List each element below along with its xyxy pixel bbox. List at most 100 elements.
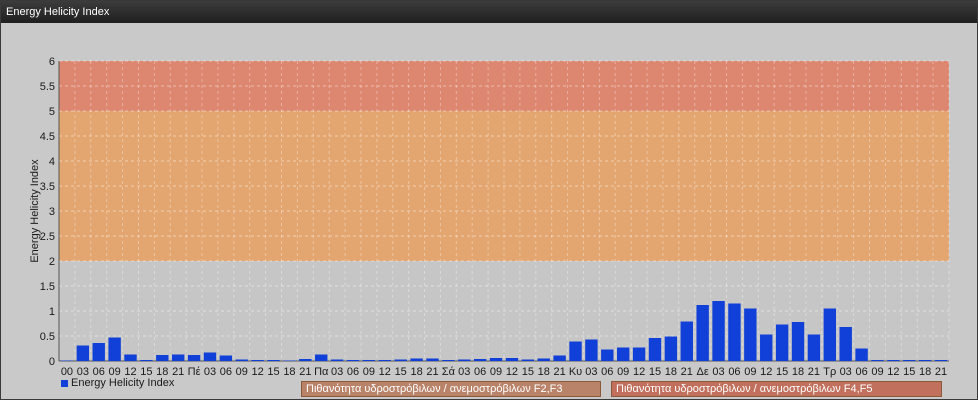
x-tick-label: 03	[458, 366, 470, 378]
bar-06	[92, 343, 105, 361]
x-tick-label: 18	[919, 366, 931, 378]
y-tick-label: 5.5	[40, 81, 55, 93]
bar-18	[791, 322, 805, 361]
x-tick-label: 09	[363, 366, 375, 378]
x-tick-label: 18	[410, 366, 422, 378]
y-tick-label: 5	[49, 106, 55, 118]
x-tick-label: 06	[474, 366, 486, 378]
bar-21	[553, 355, 566, 361]
x-tick-label: Κυ	[569, 366, 582, 378]
x-tick-label: 03	[204, 366, 216, 378]
x-tick-label: 06	[728, 366, 740, 378]
x-tick-label: 03	[712, 366, 724, 378]
x-tick-label: Τρ	[823, 366, 836, 378]
y-tick-label: 3	[49, 206, 55, 218]
x-tick-label: 18	[538, 366, 550, 378]
x-tick-label: Δε	[697, 366, 709, 378]
y-axis-label: Energy Helicity Index	[29, 159, 41, 263]
y-tick-label: 0	[49, 356, 55, 368]
y-tick-label: 2.5	[40, 231, 55, 243]
bar-12	[887, 360, 900, 361]
x-tick-label: 06	[601, 366, 613, 378]
bar-09	[489, 358, 503, 361]
bar-21	[680, 321, 693, 361]
x-tick-label: 15	[649, 366, 661, 378]
bar-15	[394, 359, 407, 361]
window-title: Energy Helicity Index	[1, 1, 977, 23]
bar-15	[267, 360, 280, 361]
bar-06	[219, 355, 233, 361]
x-tick-label: 03	[840, 366, 852, 378]
band-label-f2-f3: Πιθανότητα υδροστρόβιλων / ανεμοστρόβιλω…	[301, 381, 601, 397]
bar-21	[426, 358, 439, 361]
bar-03	[839, 327, 852, 361]
x-tick-label: 21	[935, 366, 947, 378]
y-tick-label: 3.5	[40, 181, 55, 193]
bar-06	[855, 348, 868, 361]
x-tick-label: Πα	[314, 366, 329, 378]
x-tick-label: 18	[283, 366, 295, 378]
chart-window: Energy Helicity Index 0 0.5 1 1.5 2 2.5 3 3.5 4 4…	[0, 0, 978, 400]
bar-18	[283, 360, 296, 361]
bar-12	[251, 360, 264, 361]
bar-21	[299, 359, 312, 361]
bar-03	[203, 352, 217, 361]
bar-Δε	[696, 305, 709, 361]
y-tick-label: 4	[49, 156, 55, 168]
bar-09	[235, 359, 248, 361]
bar-18	[410, 358, 423, 361]
bar-18	[537, 358, 550, 361]
bar-03	[458, 359, 471, 361]
x-tick-label: 15	[776, 366, 788, 378]
bar-03	[585, 339, 598, 361]
bar-15	[140, 360, 153, 361]
y-tick-label: 4.5	[40, 131, 55, 143]
x-tick-label: 09	[744, 366, 756, 378]
legend: Energy Helicity Index	[61, 377, 174, 389]
bar-18	[918, 360, 932, 361]
y-tick-label: 6	[49, 56, 55, 68]
legend-swatch	[61, 379, 68, 387]
bar-Κυ	[569, 341, 582, 361]
x-tick-label: 12	[379, 366, 391, 378]
ehi-chart: 00.511.522.533.544.555.56 00 03 06 09 12 15 18…	[29, 56, 950, 378]
bar-06	[601, 349, 614, 361]
x-tick-label: 09	[236, 366, 248, 378]
x-tick-label: 15	[522, 366, 534, 378]
bar-15	[903, 360, 916, 361]
x-tick-label: 09	[871, 366, 883, 378]
bar-21	[934, 360, 948, 361]
y-tick-label: 1	[49, 306, 55, 318]
bar-03	[76, 345, 90, 361]
legend-label: Energy Helicity Index	[71, 377, 175, 389]
x-tick-label: 09	[617, 366, 629, 378]
bar-09	[744, 308, 757, 361]
bar-03	[330, 359, 344, 361]
bar-12	[760, 334, 773, 361]
bar-09	[362, 360, 376, 361]
y-tick-label: 2	[49, 256, 55, 268]
x-tick-label: 15	[395, 366, 407, 378]
bar-18	[156, 355, 169, 361]
bar-09	[871, 360, 884, 361]
bar-09	[616, 347, 630, 361]
x-tick-label: 03	[585, 366, 597, 378]
bar-00	[60, 360, 74, 361]
x-tick-label: 18	[665, 366, 677, 378]
x-tick-label: 06	[220, 366, 232, 378]
bar-06	[728, 303, 741, 361]
bar-06	[473, 359, 487, 361]
x-tick-label: 12	[633, 366, 645, 378]
bar-12	[505, 358, 519, 361]
x-tick-label: 12	[887, 366, 899, 378]
x-tick-label: 03	[331, 366, 343, 378]
bar-Τρ	[823, 308, 837, 361]
bar-21	[171, 354, 185, 361]
x-tick-label: 15	[267, 366, 279, 378]
x-tick-label: 06	[347, 366, 359, 378]
bar-06	[346, 360, 360, 361]
x-tick-label: 21	[426, 366, 438, 378]
x-tick-label: 12	[760, 366, 772, 378]
bar-03	[712, 301, 725, 361]
x-tick-label: 12	[252, 366, 264, 378]
